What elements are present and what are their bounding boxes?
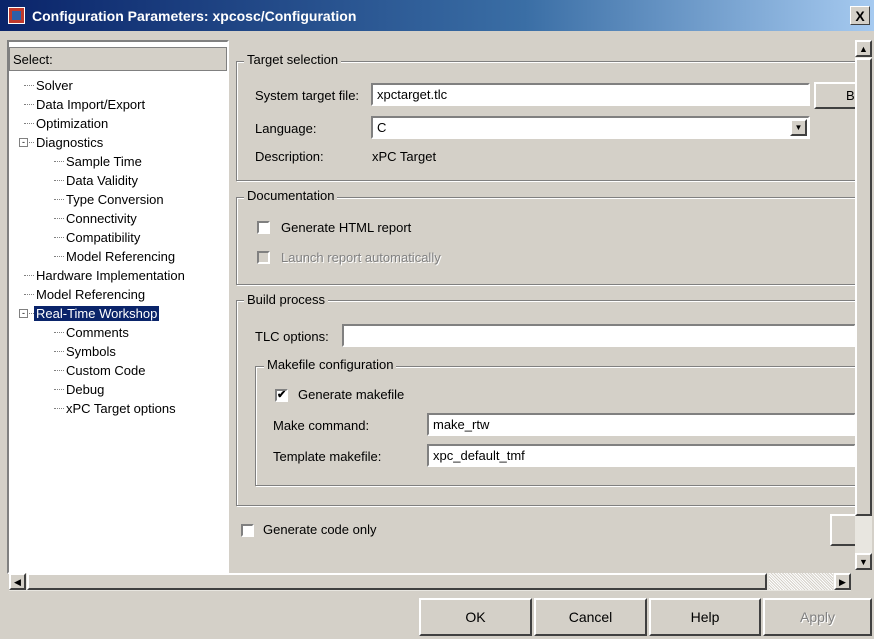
tree-item-data-import-export[interactable]: Data Import/Export — [24, 95, 145, 114]
makefile-configuration-legend: Makefile configuration — [264, 357, 397, 372]
tree-item-sample-time[interactable]: Sample Time — [54, 152, 142, 171]
tree-item-label: Diagnostics — [36, 135, 104, 150]
title-bar: Configuration Parameters: xpcosc/Configu… — [0, 0, 874, 31]
language-select[interactable]: C ▼ — [371, 116, 810, 139]
system-target-file-input[interactable]: xpctarget.tlc — [371, 83, 810, 106]
scroll-down-icon[interactable]: ▼ — [855, 553, 872, 570]
make-command-label: Make command: — [273, 418, 370, 433]
scrollbar-thumb[interactable] — [27, 573, 767, 590]
tree-item-data-validity[interactable]: Data Validity — [54, 171, 138, 190]
tree-item-label: Debug — [66, 382, 105, 397]
scroll-right-icon[interactable]: ▶ — [834, 573, 851, 590]
tree-item-label: Connectivity — [66, 211, 137, 226]
collapse-icon[interactable]: - — [19, 309, 28, 318]
generate-code-only-label: Generate code only — [263, 522, 377, 537]
generate-code-only-checkbox[interactable] — [241, 524, 254, 537]
tree-item-diag-model-referencing[interactable]: Model Referencing — [54, 247, 175, 266]
tree-item-label: Model Referencing — [36, 287, 146, 302]
horizontal-scrollbar[interactable]: ◀ ▶ — [9, 573, 851, 591]
tree-item-label: Type Conversion — [66, 192, 164, 207]
tree-item-custom-code[interactable]: Custom Code — [54, 361, 145, 380]
generate-makefile-label: Generate makefile — [298, 387, 405, 402]
scroll-up-icon[interactable]: ▲ — [855, 40, 872, 57]
tree-item-label: Real-Time Workshop — [34, 306, 160, 321]
system-target-label: System target file: — [255, 88, 360, 103]
collapse-icon[interactable]: - — [19, 138, 28, 147]
close-button[interactable]: X — [850, 6, 870, 25]
tree-item-label: Data Validity — [66, 173, 139, 188]
tree-item-optimization[interactable]: Optimization — [24, 114, 108, 133]
generate-makefile-checkbox[interactable]: ✔ — [275, 389, 288, 402]
simulink-app-icon — [8, 7, 25, 24]
language-value: C — [377, 120, 387, 135]
tree-item-symbols[interactable]: Symbols — [54, 342, 116, 361]
tree-item-debug[interactable]: Debug — [54, 380, 104, 399]
apply-button: Apply — [763, 598, 872, 636]
launch-report-checkbox — [257, 251, 270, 264]
tree-item-diagnostics[interactable]: - Diagnostics — [19, 133, 104, 152]
tree-item-type-conversion[interactable]: Type Conversion — [54, 190, 164, 209]
scrollbar-thumb[interactable] — [855, 58, 872, 516]
description-value: xPC Target — [372, 149, 437, 164]
description-label: Description: — [255, 149, 324, 164]
launch-report-label: Launch report automatically — [281, 250, 441, 265]
make-command-input[interactable]: make_rtw — [427, 413, 856, 436]
tree-item-label: Custom Code — [66, 363, 146, 378]
help-button[interactable]: Help — [649, 598, 761, 636]
documentation-legend: Documentation — [244, 188, 338, 203]
tree-item-label: Symbols — [66, 344, 116, 359]
tree-item-connectivity[interactable]: Connectivity — [54, 209, 137, 228]
tree-item-label: xPC Target options — [66, 401, 176, 416]
dropdown-arrow-icon[interactable]: ▼ — [790, 119, 807, 136]
tree-item-label: Optimization — [36, 116, 109, 131]
select-header: Select: — [9, 47, 227, 71]
tree-item-label: Data Import/Export — [36, 97, 146, 112]
tree-item-real-time-workshop[interactable]: - Real-Time Workshop — [19, 304, 160, 323]
vertical-scrollbar[interactable]: ▲ ▼ — [855, 40, 872, 570]
tree-item-label: Hardware Implementation — [36, 268, 185, 283]
scrollbar-track[interactable] — [769, 573, 833, 590]
tree-item-label: Comments — [66, 325, 129, 340]
template-makefile-label: Template makefile: — [273, 449, 382, 464]
generate-html-report-label: Generate HTML report — [281, 220, 412, 235]
ok-button[interactable]: OK — [419, 598, 532, 636]
cancel-button[interactable]: Cancel — [534, 598, 647, 636]
tree-item-xpc-target-options[interactable]: xPC Target options — [54, 399, 176, 418]
documentation-group — [236, 197, 856, 285]
build-process-legend: Build process — [244, 292, 329, 307]
tree-item-hardware-implementation[interactable]: Hardware Implementation — [24, 266, 185, 285]
tree-item-solver[interactable]: Solver — [24, 76, 73, 95]
tree-item-model-referencing[interactable]: Model Referencing — [24, 285, 145, 304]
window-title: Configuration Parameters: xpcosc/Configu… — [32, 8, 357, 24]
scroll-left-icon[interactable]: ◀ — [9, 573, 26, 590]
target-selection-legend: Target selection — [244, 52, 342, 67]
tree-item-label: Compatibility — [66, 230, 141, 245]
tree-item-label: Solver — [36, 78, 73, 93]
template-makefile-input[interactable]: xpc_default_tmf — [427, 444, 856, 467]
tlc-options-input[interactable] — [342, 324, 856, 347]
generate-html-report-checkbox[interactable] — [257, 221, 270, 234]
tree-item-comments[interactable]: Comments — [54, 323, 129, 342]
tlc-options-label: TLC options: — [255, 329, 329, 344]
tree-item-label: Model Referencing — [66, 249, 176, 264]
tree-item-label: Sample Time — [66, 154, 142, 169]
language-label: Language: — [255, 121, 317, 136]
tree-item-compatibility[interactable]: Compatibility — [54, 228, 140, 247]
